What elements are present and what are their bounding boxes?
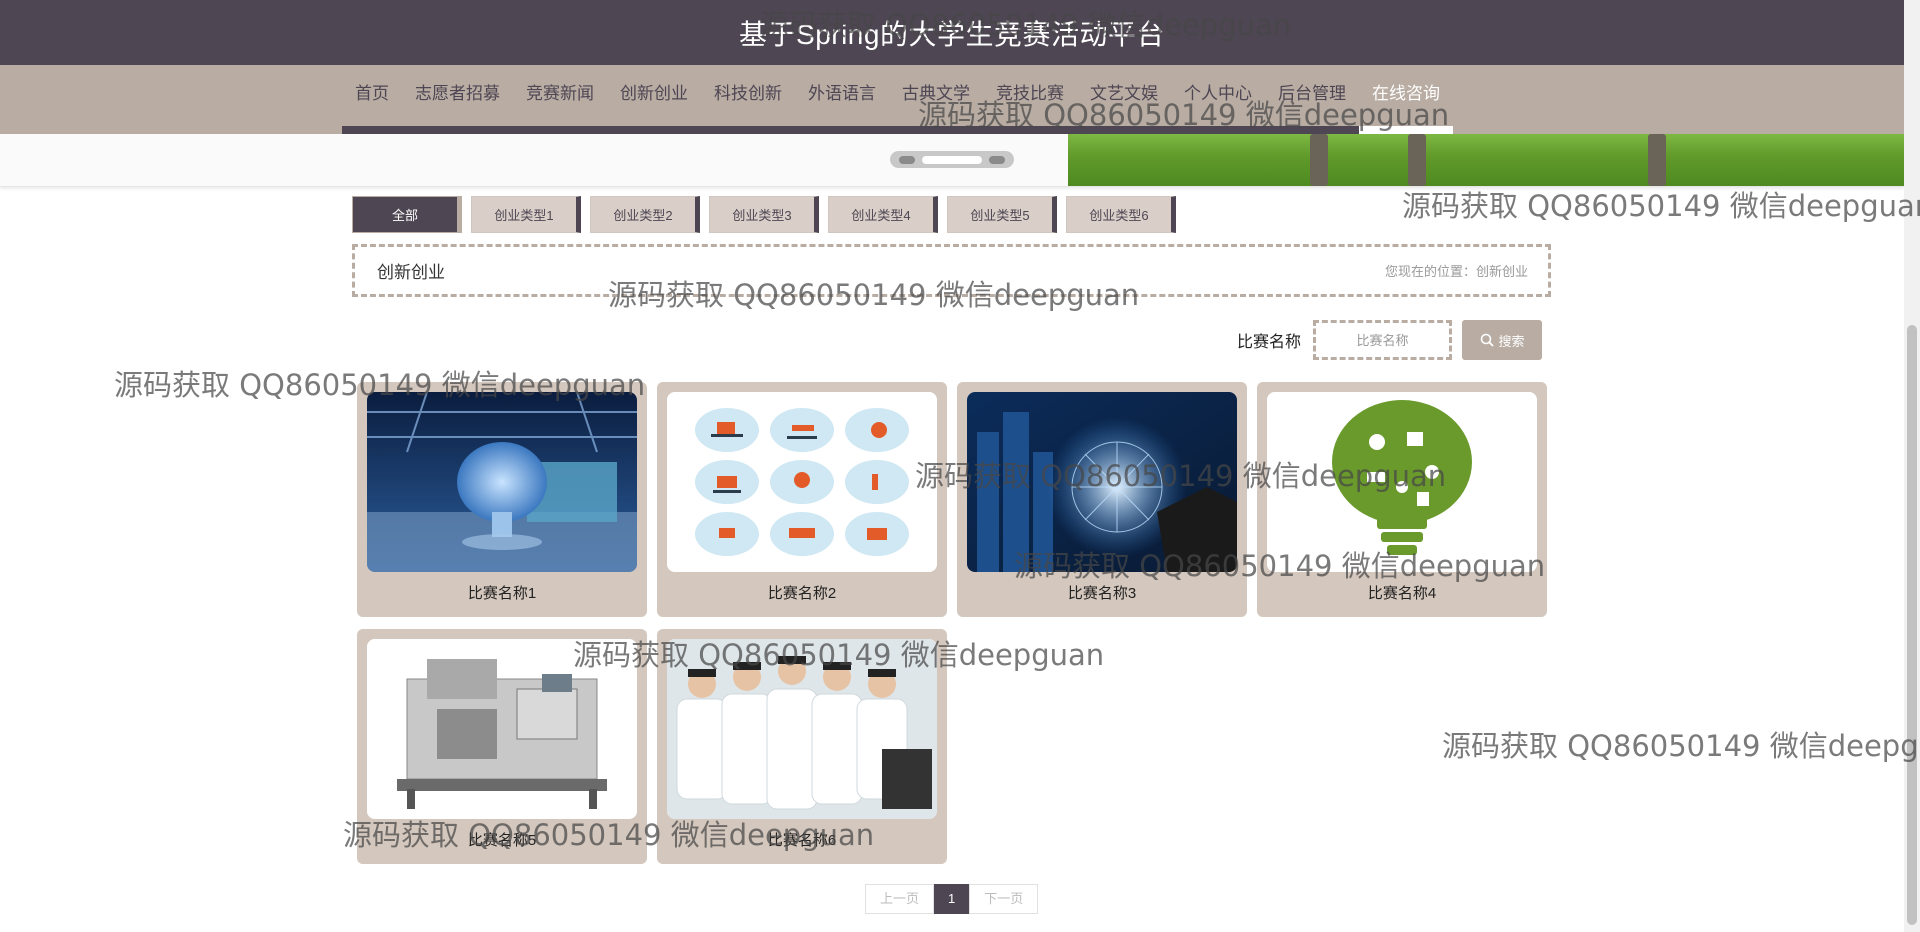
card-title: 比赛名称4 (1367, 585, 1437, 602)
competition-card[interactable]: 比赛名称4 (1257, 382, 1547, 617)
watermark-text: 源码获取 QQ86050149 微信deepguan (1442, 729, 1920, 763)
competition-card[interactable]: 比赛名称2 (657, 382, 947, 617)
tab-type-1[interactable]: 创业类型1 (471, 196, 581, 233)
tab-type-2[interactable]: 创业类型2 (590, 196, 700, 233)
card-image-machine (367, 639, 637, 819)
competition-card[interactable]: 比赛名称6 (657, 629, 947, 864)
tab-type-6[interactable]: 创业类型6 (1066, 196, 1176, 233)
card-title: 比赛名称5 (467, 832, 537, 849)
prev-page-button[interactable]: 上一页 (865, 884, 935, 914)
page-number-current[interactable]: 1 (934, 884, 970, 914)
nav-item-language[interactable]: 外语语言 (795, 65, 889, 134)
competition-card[interactable]: 比赛名称3 (957, 382, 1247, 617)
tab-type-3[interactable]: 创业类型3 (709, 196, 819, 233)
next-page-button[interactable]: 下一页 (969, 884, 1039, 914)
location-text: 您现在的位置：创新创业 (1384, 264, 1528, 279)
card-title: 比赛名称3 (1067, 585, 1137, 602)
scrollbar-thumb[interactable] (1907, 325, 1917, 925)
card-title: 比赛名称1 (467, 585, 537, 602)
card-image-network-city (967, 392, 1237, 572)
competition-card[interactable]: 比赛名称5 (357, 629, 647, 864)
card-image-green-bulb (1267, 392, 1537, 572)
search-button-label: 搜索 (1498, 333, 1525, 349)
search-bar: 比赛名称 搜索 (1237, 320, 1543, 360)
search-input[interactable] (1313, 320, 1453, 360)
search-label: 比赛名称 (1237, 334, 1302, 351)
nav-item-consult[interactable]: 在线咨询 (1359, 65, 1453, 134)
banner-image (1068, 134, 1904, 186)
carousel-indicator (890, 151, 1014, 168)
tab-type-4[interactable]: 创业类型4 (828, 196, 938, 233)
page-scrollbar[interactable] (1904, 0, 1920, 932)
nav-item-innovation[interactable]: 创新创业 (607, 65, 701, 134)
tab-all[interactable]: 全部 (352, 196, 462, 233)
card-title: 比赛名称6 (767, 832, 837, 849)
nav-item-admin[interactable]: 后台管理 (1265, 65, 1359, 134)
nav-item-competition[interactable]: 竞技比赛 (983, 65, 1077, 134)
category-tabs: 全部 创业类型1 创业类型2 创业类型3 创业类型4 创业类型5 创业类型6 (352, 196, 1176, 233)
nav-item-news[interactable]: 竞赛新闻 (513, 65, 607, 134)
card-image-tech-hall (367, 392, 637, 572)
nav-item-profile[interactable]: 个人中心 (1171, 65, 1265, 134)
carousel-dot-active[interactable] (921, 155, 982, 164)
carousel-dot[interactable] (899, 155, 916, 164)
pagination: 上一页 1 下一页 (865, 884, 1039, 914)
section-title: 创新创业 (377, 263, 445, 282)
competition-card[interactable]: 比赛名称1 (357, 382, 647, 617)
search-icon (1480, 333, 1494, 347)
watermark-text: 源码获取 QQ86050149 微信deepguan (1402, 189, 1920, 223)
card-image-education-icons (667, 392, 937, 572)
card-image-lab-team (667, 639, 937, 819)
nav-item-arts[interactable]: 文艺文娱 (1077, 65, 1171, 134)
site-title: 基于Spring的大学生竞赛活动平台 (739, 18, 1165, 50)
card-title: 比赛名称2 (767, 585, 837, 602)
nav-item-home[interactable]: 首页 (342, 65, 402, 134)
search-button[interactable]: 搜索 (1462, 320, 1543, 360)
carousel-dot[interactable] (988, 155, 1005, 164)
nav-item-literature[interactable]: 古典文学 (889, 65, 983, 134)
tab-type-5[interactable]: 创业类型5 (947, 196, 1057, 233)
header-bar: 基于Spring的大学生竞赛活动平台 (0, 0, 1904, 65)
main-nav: 首页 志愿者招募 竞赛新闻 创新创业 科技创新 外语语言 古典文学 竞技比赛 文… (0, 65, 1904, 134)
breadcrumb: 创新创业 您现在的位置：创新创业 (352, 244, 1551, 297)
nav-item-volunteer[interactable]: 志愿者招募 (402, 65, 513, 134)
nav-item-tech[interactable]: 科技创新 (701, 65, 795, 134)
